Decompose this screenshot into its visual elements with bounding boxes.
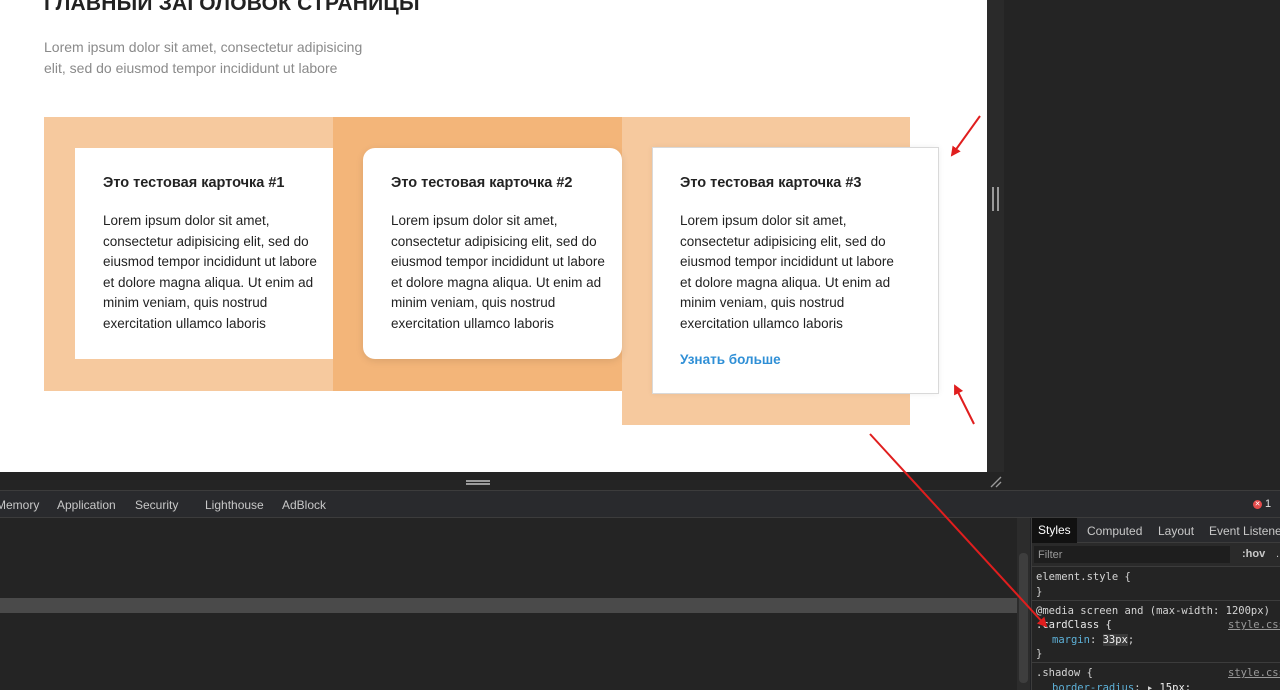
error-count: 1 [1265,498,1272,510]
tab-styles[interactable]: Styles [1032,518,1077,543]
tab-computed[interactable]: Computed [1087,524,1142,538]
page-viewport: ГЛАВНЫЙ ЗАГОЛОВОК СТРАНИЦЫ Lorem ipsum d… [0,0,987,472]
tab-lighthouse[interactable]: Lighthouse [205,498,264,512]
styles-tabbar: Styles Computed Layout Event Listeners [1032,518,1280,543]
viewport-width-resize-handle[interactable] [992,187,999,211]
hover-state-toggle[interactable]: :hov [1242,548,1265,560]
rule-divider [1032,662,1280,663]
card-class-selector-text: .cardClass { [1036,619,1112,631]
border-radius-declaration[interactable]: border-radius: ▸ 15px; [1052,682,1191,690]
resize-grip-icon[interactable] [988,474,1002,488]
test-card-2: Это тестовая карточка #2 Lorem ipsum dol… [363,148,622,359]
margin-value[interactable]: 33px [1102,634,1128,646]
margin-property: margin [1052,634,1090,646]
card-title: Это тестовая карточка #3 [680,175,862,191]
elements-scroll-thumb[interactable] [1019,553,1028,683]
margin-declaration[interactable]: margin: 33px; [1052,634,1134,646]
tab-application[interactable]: Application [57,498,116,512]
page-title: ГЛАВНЫЙ ЗАГОЛОВОК СТРАНИЦЫ [44,0,420,15]
selected-node-row[interactable] [0,598,1017,613]
test-card-3: Это тестовая карточка #3 Lorem ipsum dol… [652,147,939,394]
element-style-rule[interactable]: element.style { [1036,571,1131,583]
styles-filter-row: :hov . [1032,543,1280,567]
media-query: @media screen and (max-width: 1200px) [1036,605,1270,617]
card-title: Это тестовая карточка #2 [391,175,573,191]
tab-adblock[interactable]: AdBlock [282,498,326,512]
card-class-source-link[interactable]: style.css [1228,619,1280,631]
card-text: Lorem ipsum dolor sit amet, consectetur … [680,213,894,331]
element-style-close: } [1036,586,1043,598]
error-counter[interactable]: ✕ 1 [1253,498,1271,510]
shadow-source-link[interactable]: style.css [1228,667,1280,679]
styles-filter-input[interactable] [1034,546,1230,563]
test-card-1: Это тестовая карточка #1 Lorem ipsum dol… [75,148,333,359]
viewport-bottom-bar [0,472,1004,490]
tab-event-listeners[interactable]: Event Listeners [1209,524,1280,538]
devtools-empty-area [1004,0,1280,490]
card-class-selector[interactable]: .cardClass { [1036,619,1112,631]
devtools-panel: Memory Application Security Lighthouse A… [0,490,1280,690]
styles-pane: Styles Computed Layout Event Listeners :… [1031,518,1280,690]
card-text: Lorem ipsum dolor sit amet, consectetur … [103,213,317,331]
tab-security[interactable]: Security [135,498,178,512]
tab-layout[interactable]: Layout [1158,524,1194,538]
devtools-tabbar: Memory Application Security Lighthouse A… [0,491,1280,518]
rule-divider [1032,600,1280,601]
page-subtitle: Lorem ipsum dolor sit amet, consectetur … [44,39,363,76]
card-text: Lorem ipsum dolor sit amet, consectetur … [391,213,605,331]
viewport-height-resize-handle[interactable] [466,480,490,485]
elements-tree[interactable] [0,518,1017,690]
learn-more-link[interactable]: Узнать больше [680,352,781,367]
border-radius-property: border-radius [1052,682,1135,690]
error-circle-icon: ✕ [1253,499,1262,509]
tab-memory[interactable]: Memory [0,498,39,512]
shadow-selector[interactable]: .shadow { [1036,667,1093,679]
card-class-close: } [1036,648,1043,660]
border-radius-value[interactable]: 15px; [1159,682,1191,690]
class-toggle[interactable]: . [1276,548,1279,560]
device-toolbar-side [987,0,1004,472]
card-title: Это тестовая карточка #1 [103,175,285,191]
